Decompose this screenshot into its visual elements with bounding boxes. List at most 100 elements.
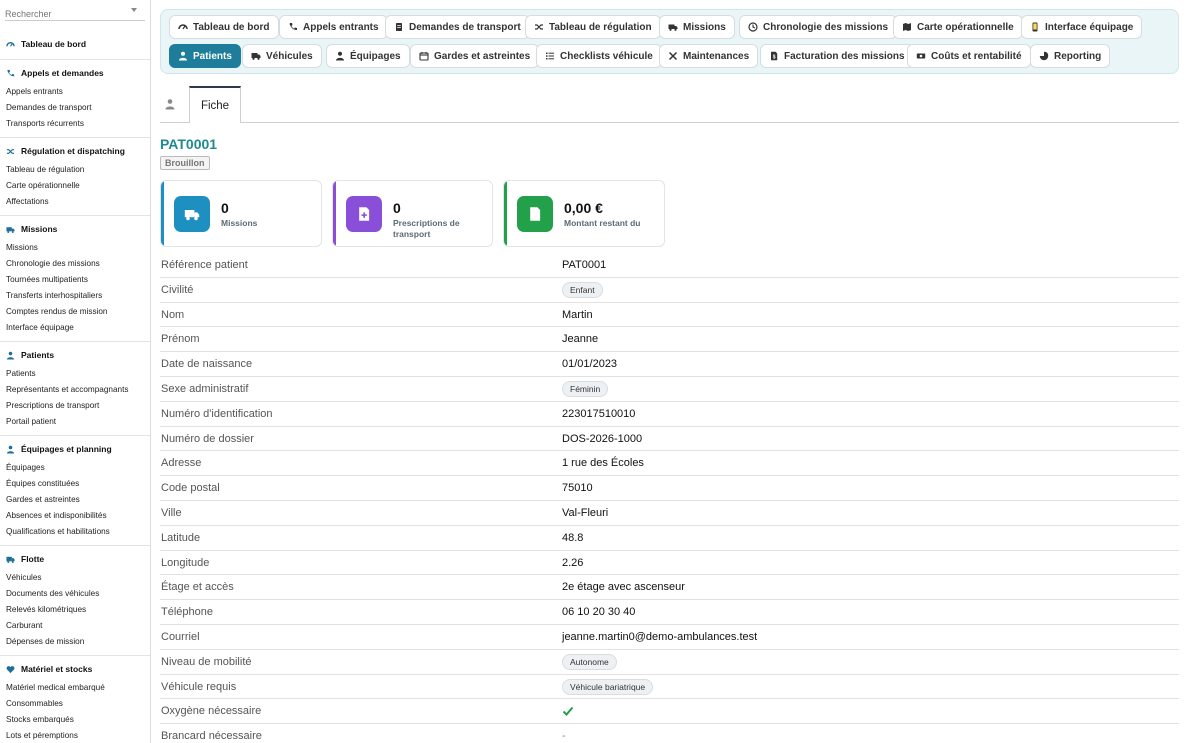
sidebar-group: Patients Patients Représentants et accompa… [0,342,150,436]
field-value: PAT0001 [562,259,607,271]
sidebar-group-title[interactable]: Régulation et dispatching [0,144,150,158]
sidebar-item[interactable]: Lots et péremptions [0,728,150,743]
module-tab-bar: Tableau de bord Appels entrants Demandes d… [160,9,1179,74]
sidebar-item[interactable]: Véhicules [0,570,150,586]
tab-reporting[interactable]: Reporting [1030,44,1111,68]
record-subtabs: Fiche [160,86,1179,123]
sidebar-item[interactable]: Patients [0,366,150,382]
sidebar-group-title[interactable]: Patients [0,348,150,362]
tab-label: Véhicules [266,50,313,62]
chevron-down-icon[interactable] [131,8,137,12]
sidebar-item[interactable]: Équipages [0,460,150,476]
detail-row: Date de naissance 01/01/2023 [160,352,1179,377]
detail-row: Latitude 48.8 [160,526,1179,551]
tab-v-hicules[interactable]: Véhicules [242,44,322,68]
sidebar-item[interactable]: Comptes rendus de mission [0,304,150,320]
card-value: 0,00 € [564,200,603,216]
sidebar-item[interactable]: Consommables [0,696,150,712]
sidebar-item[interactable]: Portail patient [0,414,150,430]
tab-appels-entrants[interactable]: Appels entrants [279,15,388,39]
field-label: Numéro de dossier [161,432,254,445]
tab-fiche[interactable]: Fiche [189,86,241,123]
invoice-icon: $ [769,51,779,61]
sidebar-item[interactable]: Transferts interhospitaliers [0,288,150,304]
chart-icon [1039,51,1049,61]
field-label: Latitude [161,531,201,544]
sidebar-item[interactable]: Carburant [0,618,150,634]
phone-icon [6,69,15,78]
sidebar-item[interactable]: Carte opérationnelle [0,178,150,194]
tab-missions[interactable]: Missions [659,15,735,39]
tab--quipages[interactable]: Équipages [326,44,410,68]
tab-co-ts-et-rentabilit-[interactable]: Coûts et rentabilité [907,44,1031,68]
sidebar-item[interactable]: Transports récurrents [0,116,150,132]
sidebar-group-title[interactable]: Flotte [0,552,150,566]
sidebar-item[interactable]: Affectations [0,194,150,210]
phone-icon [288,22,298,32]
card-value: 0 [221,200,229,216]
tab-tableau-de-r-gulation[interactable]: Tableau de régulation [525,15,661,39]
tab-gardes-et-astreintes[interactable]: Gardes et astreintes [410,44,540,68]
field-value: - [562,730,566,743]
sidebar-item[interactable]: Matériel medical embarqué [0,680,150,696]
tab-demandes-de-transport[interactable]: Demandes de transport [385,15,530,39]
tab-label: Missions [683,21,726,33]
sidebar-item[interactable]: Qualifications et habilitations [0,524,150,540]
tab-carte-op-rationnelle[interactable]: Carte opérationnelle [893,15,1023,39]
field-value: Jeanne [562,333,599,346]
sidebar-item[interactable]: Missions [0,240,150,256]
sidebar-item[interactable]: Appels entrants [0,84,150,100]
sidebar-item[interactable]: Demandes de transport [0,100,150,116]
detail-row: Civilité Enfant [160,278,1179,303]
sidebar-item[interactable]: Équipes constituées [0,476,150,492]
field-badge: Autonome [562,653,617,670]
sidebar-item[interactable]: Stocks embarqués [0,712,150,728]
document-icon [394,22,404,32]
field-label: Niveau de mobilité [161,655,252,668]
sidebar-item[interactable]: Prescriptions de transport [0,398,150,414]
sidebar-group-title[interactable]: Appels et demandes [0,66,150,80]
field-label: Code postal [161,482,220,495]
detail-row: Niveau de mobilité Autonome [160,650,1179,675]
prescription-icon [346,196,382,232]
list-icon [545,51,555,61]
search-input[interactable] [5,6,125,22]
sidebar-item[interactable]: Absences et indisponibilités [0,508,150,524]
sidebar-group-title[interactable]: Équipages et planning [0,442,150,456]
field-value: 01/01/2023 [562,358,618,371]
detail-row: Longitude 2.26 [160,551,1179,576]
sidebar-item[interactable]: Tournées multipatients [0,272,150,288]
sidebar-group-label: Régulation et dispatching [21,146,125,156]
search-box[interactable] [5,4,145,22]
tab-maintenances[interactable]: Maintenances [659,44,759,68]
ambulance-icon [668,22,678,32]
sidebar-group-title[interactable]: Tableau de bord [0,37,150,51]
tab-patients[interactable]: Patients [169,44,241,68]
patient-icon[interactable] [164,97,176,110]
field-label: Référence patient [161,259,248,271]
summary-card[interactable]: 0 Missions [160,180,322,247]
tab-facturation-des-missions[interactable]: $ Facturation des missions [760,44,914,68]
sidebar-group-title[interactable]: Missions [0,222,150,236]
sidebar-item[interactable]: Représentants et accompagnants [0,382,150,398]
sidebar-item[interactable]: Tableau de régulation [0,162,150,178]
tab-interface-quipage[interactable]: Interface équipage [1021,15,1143,39]
sidebar-group-title[interactable]: Matériel et stocks [0,662,150,676]
summary-card[interactable]: $0,00 € Montant restant du [503,180,665,247]
patient-icon [178,51,188,61]
card-label: Montant restant du [564,218,641,228]
sidebar-item[interactable]: Documents des véhicules [0,586,150,602]
sidebar-item[interactable]: Gardes et astreintes [0,492,150,508]
tab-chronologie-des-missions[interactable]: Chronologie des missions [739,15,898,39]
tab-label: Patients [193,50,232,62]
tab-tableau-de-bord[interactable]: Tableau de bord [169,15,279,39]
tab-checklists-v-hicule[interactable]: Checklists véhicule [536,44,662,68]
sidebar-item[interactable]: Relevés kilométriques [0,602,150,618]
summary-card[interactable]: 0 Prescriptions de transport [332,180,493,247]
detail-row: Étage et accès 2e étage avec ascenseur [160,575,1179,601]
heart-icon [6,665,15,674]
sidebar-item[interactable]: Dépenses de mission [0,634,150,650]
sidebar-item[interactable]: Chronologie des missions [0,256,150,272]
sidebar-item[interactable]: Interface équipage [0,320,150,336]
money-icon [916,51,926,61]
